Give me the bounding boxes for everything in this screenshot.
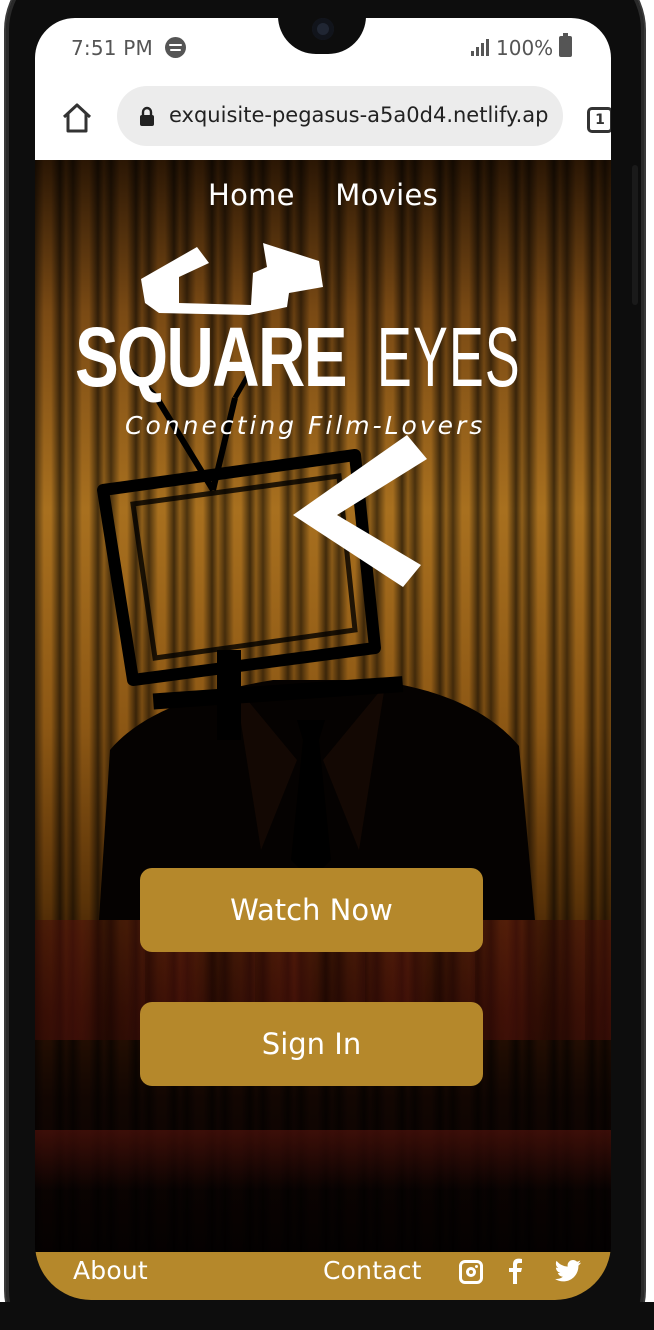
url-text[interactable]: exquisite-pegasus-a5a0d4.netlify.ap [169,103,559,127]
home-icon[interactable] [61,102,93,134]
chevron-logo-icon [293,435,427,587]
logo-word-eyes: EYES [377,310,521,404]
status-time: 7:51 PM [71,36,153,60]
hero-section: Home Movies SQUARE EYES Connecting Film-… [35,160,611,1252]
square-eyes-logo: SQUARE EYES Connecting Film-Lovers [75,243,545,587]
side-button [632,165,638,305]
facebook-icon[interactable] [506,1258,524,1284]
battery-icon [559,33,572,57]
site-footer: About Contact [35,1252,611,1300]
watch-now-button[interactable]: Watch Now [140,868,483,952]
nav-movies-link[interactable]: Movies [335,178,438,212]
address-bar[interactable]: exquisite-pegasus-a5a0d4.netlify.ap [117,86,563,146]
battery-percentage: 100% [496,36,554,60]
front-camera [312,18,334,40]
tabs-icon[interactable]: 1 [587,107,611,133]
signal-icon [471,39,489,56]
phone-bottom-bezel [0,1302,654,1330]
footer-contact-link[interactable]: Contact [323,1256,422,1285]
browser-toolbar: exquisite-pegasus-a5a0d4.netlify.ap 1 [35,80,611,160]
instagram-icon[interactable] [459,1260,483,1284]
glasses-logo-icon [141,243,323,315]
lock-icon [140,106,154,126]
logo-word-square: SQUARE [75,310,348,404]
spotify-icon [165,37,186,58]
twitter-icon[interactable] [555,1260,581,1282]
main-nav: Home Movies [35,178,611,212]
sign-in-button[interactable]: Sign In [140,1002,483,1086]
phone-screen: 7:51 PM 100% exquisite-pegasus-a5a0d4.ne… [35,18,611,1300]
nav-home-link[interactable]: Home [208,178,295,212]
footer-about-link[interactable]: About [73,1256,148,1285]
